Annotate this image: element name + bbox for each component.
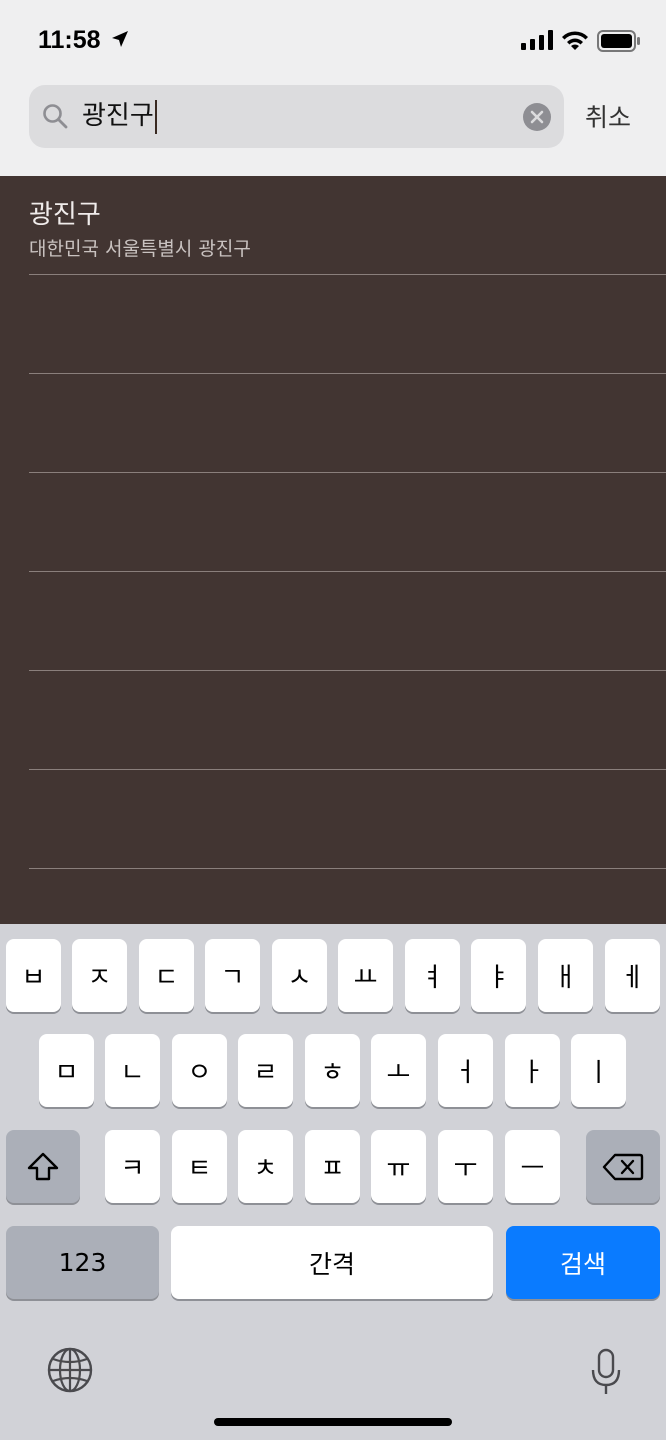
key-t[interactable]: ㅌ <box>172 1130 227 1203</box>
backspace-icon <box>602 1153 644 1180</box>
shift-arrow-icon <box>27 1152 59 1180</box>
key-d[interactable]: ㄷ <box>139 939 194 1012</box>
key-o[interactable]: ㅗ <box>371 1034 426 1107</box>
key-k[interactable]: ㅋ <box>105 1130 160 1203</box>
battery-icon <box>597 30 640 52</box>
globe-icon[interactable] <box>46 1346 94 1394</box>
search-field[interactable]: 광진구 <box>29 85 564 148</box>
key-r[interactable]: ㄹ <box>238 1034 293 1107</box>
status-bar: 11:58 <box>0 0 666 80</box>
key-ch[interactable]: ㅊ <box>238 1130 293 1203</box>
empty-row <box>29 473 666 572</box>
close-icon <box>530 110 544 124</box>
key-m[interactable]: ㅁ <box>39 1034 94 1107</box>
result-subtitle: 대한민국 서울특별시 광진구 <box>29 238 251 260</box>
result-item[interactable]: 광진구 대한민국 서울특별시 광진구 <box>29 176 666 275</box>
space-key[interactable]: 간격 <box>171 1226 493 1299</box>
empty-row <box>29 770 666 869</box>
result-title: 광진구 <box>29 200 101 230</box>
key-n[interactable]: ㄴ <box>105 1034 160 1107</box>
key-s[interactable]: ㅅ <box>272 939 327 1012</box>
location-arrow-icon <box>112 31 128 47</box>
key-e[interactable]: ㅔ <box>605 939 660 1012</box>
key-p[interactable]: ㅍ <box>305 1130 360 1203</box>
key-ya[interactable]: ㅑ <box>471 939 526 1012</box>
numbers-key[interactable]: 123 <box>6 1226 159 1299</box>
key-b[interactable]: ㅂ <box>6 939 61 1012</box>
shift-key[interactable] <box>6 1130 80 1203</box>
cellular-signal-icon <box>521 30 553 50</box>
key-a[interactable]: ㅏ <box>505 1034 560 1107</box>
key-h[interactable]: ㅎ <box>305 1034 360 1107</box>
key-u[interactable]: ㅜ <box>438 1130 493 1203</box>
backspace-key[interactable] <box>586 1130 660 1203</box>
search-icon <box>43 104 68 129</box>
empty-row <box>29 275 666 374</box>
empty-row <box>29 572 666 671</box>
home-indicator[interactable] <box>214 1418 452 1426</box>
key-i[interactable]: ㅣ <box>571 1034 626 1107</box>
empty-row <box>29 671 666 770</box>
microphone-icon[interactable] <box>590 1348 622 1396</box>
key-j[interactable]: ㅈ <box>72 939 127 1012</box>
key-eu[interactable]: ㅡ <box>505 1130 560 1203</box>
key-yeo[interactable]: ㅕ <box>405 939 460 1012</box>
key-ng[interactable]: ㅇ <box>172 1034 227 1107</box>
key-yu[interactable]: ㅠ <box>371 1130 426 1203</box>
empty-row <box>29 374 666 473</box>
keyboard: ㅂ ㅈ ㄷ ㄱ ㅅ ㅛ ㅕ ㅑ ㅐ ㅔ ㅁ ㄴ ㅇ ㄹ ㅎ ㅗ ㅓ ㅏ ㅣ ㅋ … <box>0 924 666 1440</box>
search-input[interactable]: 광진구 <box>82 97 157 135</box>
key-yo[interactable]: ㅛ <box>338 939 393 1012</box>
clear-search-button[interactable] <box>523 103 551 131</box>
wifi-icon <box>562 31 588 50</box>
text-cursor <box>154 99 157 134</box>
search-results-list: 광진구 대한민국 서울특별시 광진구 <box>0 176 666 924</box>
key-ae[interactable]: ㅐ <box>538 939 593 1012</box>
status-time: 11:58 <box>38 26 101 54</box>
search-key[interactable]: 검색 <box>506 1226 660 1299</box>
key-g[interactable]: ㄱ <box>205 939 260 1012</box>
cancel-button[interactable]: 취소 <box>585 98 631 134</box>
key-eo[interactable]: ㅓ <box>438 1034 493 1107</box>
